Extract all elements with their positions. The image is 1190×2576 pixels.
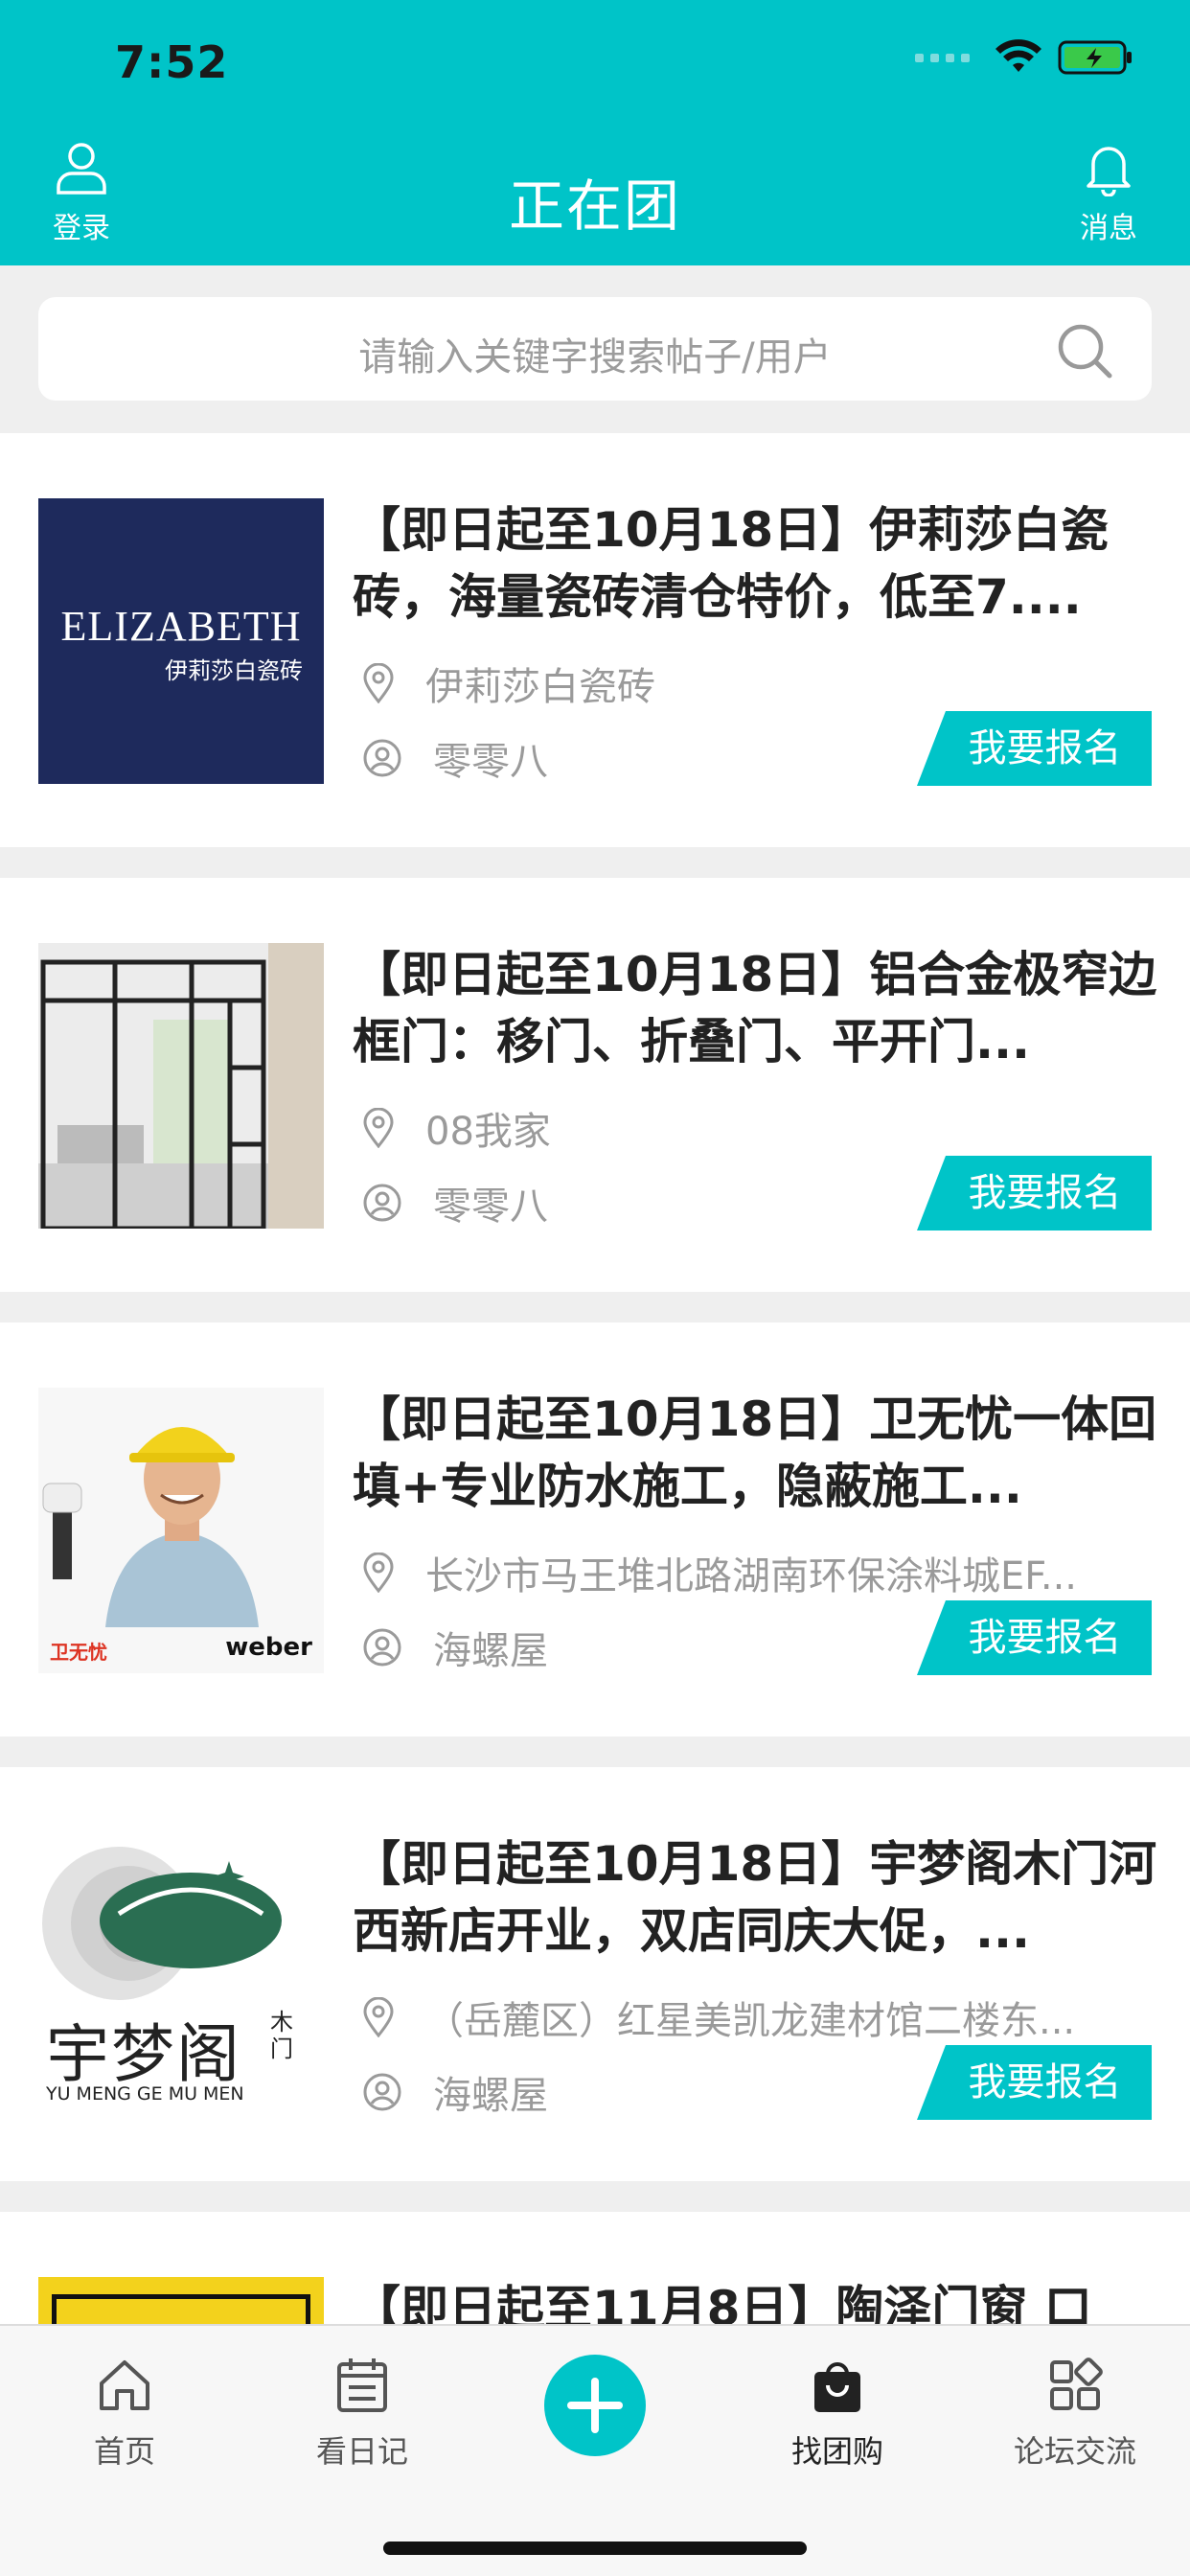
location-pin-icon <box>363 663 394 703</box>
item-thumbnail: 宇梦阁 木门 YU MENG GE MU MEN <box>23 1832 324 2118</box>
item-location-text: （岳麓区）红星美凯龙建材馆二楼东... <box>425 1999 1076 2043</box>
page-title: 正在团 <box>508 173 681 239</box>
item-thumbnail: 卫无忧 weber <box>38 1388 324 1673</box>
signup-button[interactable]: 我要报名 <box>917 2045 1152 2120</box>
item-thumbnail: ELIZABETH 伊莉莎白瓷砖 <box>38 498 324 784</box>
weiwuyou-logo-text: 卫无忧 <box>50 1641 107 1664</box>
search-icon[interactable] <box>1054 320 1115 381</box>
wifi-icon <box>995 39 1041 72</box>
bell-icon <box>1087 147 1131 197</box>
tab-diary[interactable]: 看日记 <box>266 2355 458 2472</box>
grid-icon <box>1050 2358 1103 2410</box>
yumengge-logo-cn: 宇梦阁 <box>46 2017 241 2091</box>
messages-button[interactable]: 消息 <box>1080 139 1137 246</box>
tab-group-buy[interactable]: 找团购 <box>742 2355 933 2472</box>
location-pin-icon <box>363 1552 394 1593</box>
item-thumbnail <box>38 943 324 1229</box>
group-buy-list: ELIZABETH 伊莉莎白瓷砖 【即日起至10月18日】伊莉莎白瓷砖，海量瓷砖… <box>0 433 1190 2334</box>
item-user-text: 零零八 <box>433 1184 548 1229</box>
yumengge-logo-graphic <box>42 1847 282 2000</box>
list-item[interactable]: 宇梦阁 木门 YU MENG GE MU MEN 【即日起至10月18日】宇梦阁… <box>0 1767 1190 2181</box>
item-location-text: 08我家 <box>425 1110 551 1154</box>
plus-icon <box>567 2378 623 2433</box>
item-title[interactable]: 【即日起至10月18日】卫无忧一体回填+专业防水施工，隐蔽施工... <box>353 1386 1157 1520</box>
item-location: 伊莉莎白瓷砖 <box>362 656 1129 711</box>
item-location: （岳麓区）红星美凯龙建材馆二楼东... <box>362 1990 1129 2045</box>
weber-logo-text: weber <box>225 1633 312 1662</box>
list-item[interactable]: ELIZABETH 伊莉莎白瓷砖 【即日起至10月18日】伊莉莎白瓷砖，海量瓷砖… <box>0 433 1190 847</box>
user-circle-icon <box>363 1184 401 1222</box>
signup-button[interactable]: 我要报名 <box>917 711 1152 786</box>
item-location: 长沙市马王堆北路湖南环保涂料城EF... <box>362 1545 1129 1600</box>
yumengge-logo-en: YU MENG GE MU MEN <box>46 2083 244 2104</box>
item-title[interactable]: 【即日起至10月18日】铝合金极窄边框门：移门、折叠门、平开门... <box>353 941 1157 1075</box>
status-icons <box>915 38 1134 77</box>
item-title[interactable]: 【即日起至10月18日】伊莉莎白瓷砖，海量瓷砖清仓特价，低至7.... <box>353 496 1157 631</box>
yumengge-logo-side: 木门 <box>270 2009 293 2062</box>
item-title[interactable]: 【即日起至10月18日】宇梦阁木门河西新店开业，双店同庆大促，... <box>353 1830 1157 1965</box>
search-area: 请输入关键字搜索帖子/用户 <box>0 265 1190 433</box>
calendar-icon <box>337 2358 387 2412</box>
list-item[interactable]: 卫无忧 weber 【即日起至10月18日】卫无忧一体回填+专业防水施工，隐蔽施… <box>0 1322 1190 1736</box>
location-pin-icon <box>363 1997 394 2037</box>
item-location-text: 长沙市马王堆北路湖南环保涂料城EF... <box>425 1554 1077 1598</box>
tab-forum[interactable]: 论坛交流 <box>979 2355 1171 2472</box>
header-bar: 7:52 登录 正在团 消息 <box>0 0 1190 265</box>
signup-button[interactable]: 我要报名 <box>917 1600 1152 1675</box>
item-user-text: 海螺屋 <box>433 2074 548 2118</box>
search-input[interactable]: 请输入关键字搜索帖子/用户 <box>38 297 1152 401</box>
messages-label: 消息 <box>1080 212 1137 245</box>
status-time: 7:52 <box>115 36 229 88</box>
list-item[interactable]: 【即日起至11月8日】陶泽门窗 口 <box>0 2212 1190 2334</box>
battery-icon <box>1058 40 1132 75</box>
home-icon <box>100 2360 149 2410</box>
list-item[interactable]: 【即日起至10月18日】铝合金极窄边框门：移门、折叠门、平开门... 08我家 … <box>0 878 1190 1292</box>
item-user-text: 海螺屋 <box>433 1629 548 1673</box>
signal-icon <box>915 53 970 62</box>
item-location: 08我家 <box>362 1100 1129 1156</box>
item-user-text: 零零八 <box>433 740 548 784</box>
worker-image <box>38 1388 324 1627</box>
tab-group-buy-label: 找团购 <box>790 2433 883 2470</box>
elizabeth-logo-text: ELIZABETH <box>60 603 302 650</box>
tab-home[interactable]: 首页 <box>29 2355 220 2472</box>
shopping-bag-icon <box>814 2362 860 2412</box>
door-interior-image <box>38 943 324 1229</box>
search-placeholder: 请输入关键字搜索帖子/用户 <box>358 335 832 380</box>
elizabeth-logo-subtext: 伊莉莎白瓷砖 <box>165 657 303 684</box>
location-pin-icon <box>363 1108 394 1148</box>
bottom-tab-bar: 首页 看日记 找团购 论坛交流 <box>0 2324 1190 2576</box>
tab-home-label: 首页 <box>93 2433 155 2470</box>
item-location-text: 伊莉莎白瓷砖 <box>425 665 655 709</box>
tab-forum-label: 论坛交流 <box>1013 2433 1136 2470</box>
user-circle-icon <box>363 739 401 777</box>
add-post-button[interactable] <box>544 2355 646 2456</box>
home-indicator <box>383 2542 807 2555</box>
user-circle-icon <box>363 2073 401 2111</box>
signup-button[interactable]: 我要报名 <box>917 1156 1152 1230</box>
user-circle-icon <box>363 1628 401 1667</box>
tab-diary-label: 看日记 <box>315 2433 408 2470</box>
